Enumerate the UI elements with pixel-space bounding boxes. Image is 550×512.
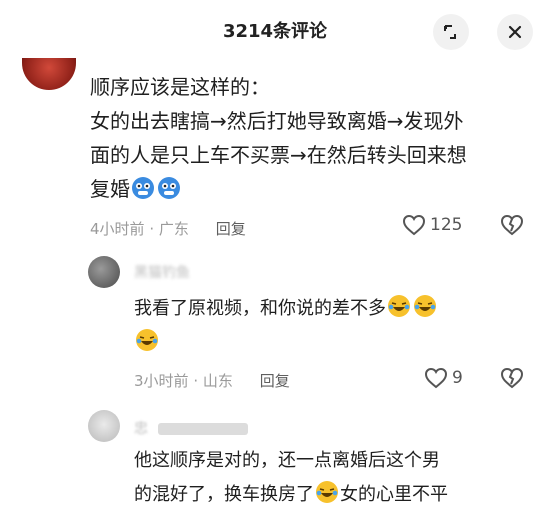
laughing-crying-emoji-icon xyxy=(414,295,436,317)
dislike-button[interactable] xyxy=(500,367,524,393)
laughing-crying-emoji-icon xyxy=(316,481,338,503)
comment-body: 顺序应该是这样的： 女的出去瞎搞→然后打她导致离婚→发现外 面的人是只上车不买票… xyxy=(90,70,540,206)
redacted-name xyxy=(158,423,249,435)
broken-heart-icon xyxy=(500,214,524,236)
comment-line-text: 的混好了，换车换房了 xyxy=(134,484,314,505)
cold-face-emoji-icon xyxy=(132,177,154,199)
comment-line: 复婚 xyxy=(90,172,540,206)
broken-heart-icon xyxy=(500,367,524,389)
like-button[interactable]: 125 xyxy=(402,214,462,236)
reply-button[interactable]: 回复 xyxy=(260,372,290,390)
comment-time: 3小时前 xyxy=(134,372,189,390)
comment-line-text: 复婚 xyxy=(90,177,130,201)
comment-line: 他这顺序是对的，还一点离婚后这个男 xyxy=(134,450,440,471)
comment-line: 顺序应该是这样的： xyxy=(90,75,270,99)
author-name: 黑猫钓鱼 xyxy=(134,265,190,281)
comment-line: 的混好了，换车换房了 女的心里不平 xyxy=(134,478,544,512)
comment-author: 黑猫钓鱼 xyxy=(134,262,190,282)
comment-location: 山东 xyxy=(202,372,233,390)
comment-line: 我看了原视频，和你说的差不多 xyxy=(134,292,534,326)
author-name: 忠 xyxy=(134,421,148,437)
meta-separator: · xyxy=(149,220,155,238)
expand-button[interactable] xyxy=(433,14,469,50)
comment-meta: 4小时前 · 广东 回复 xyxy=(90,218,246,239)
comment-body: 我看了原视频，和你说的差不多 xyxy=(134,292,534,360)
close-button[interactable] xyxy=(497,14,533,50)
comment-author: 忠 xyxy=(134,418,249,438)
cold-face-emoji-icon xyxy=(158,177,180,199)
expand-icon xyxy=(444,25,456,39)
comment-line: 女的出去瞎搞→然后打她导致离婚→发现外 xyxy=(90,109,464,133)
comment-body: 他这顺序是对的，还一点离婚后这个男 的混好了，换车换房了 女的心里不平 xyxy=(134,444,544,512)
comment-location: 广东 xyxy=(158,220,189,238)
dislike-button[interactable] xyxy=(500,214,524,240)
close-icon xyxy=(508,25,522,39)
avatar[interactable] xyxy=(88,410,120,442)
like-button[interactable]: 9 xyxy=(424,367,463,389)
laughing-crying-emoji-icon xyxy=(388,295,410,317)
avatar[interactable] xyxy=(88,256,120,288)
avatar[interactable] xyxy=(22,58,76,90)
meta-separator: · xyxy=(193,372,199,390)
laughing-crying-emoji-icon xyxy=(136,329,158,351)
reply-button[interactable]: 回复 xyxy=(216,220,246,238)
comment-meta: 3小时前 · 山东 回复 xyxy=(134,370,290,391)
comment-time: 4小时前 xyxy=(90,220,145,238)
comment-line-text: 女的心里不平 xyxy=(340,484,448,505)
heart-outline-icon xyxy=(402,214,426,236)
comment-line xyxy=(134,326,534,360)
comment-line: 面的人是只上车不买票→在然后转头回来想 xyxy=(90,143,467,167)
comment-line-text: 我看了原视频，和你说的差不多 xyxy=(134,298,386,319)
like-count: 9 xyxy=(452,368,463,388)
comments-header: 3214条评论 xyxy=(0,0,550,62)
like-count: 125 xyxy=(430,215,463,235)
heart-outline-icon xyxy=(424,367,448,389)
